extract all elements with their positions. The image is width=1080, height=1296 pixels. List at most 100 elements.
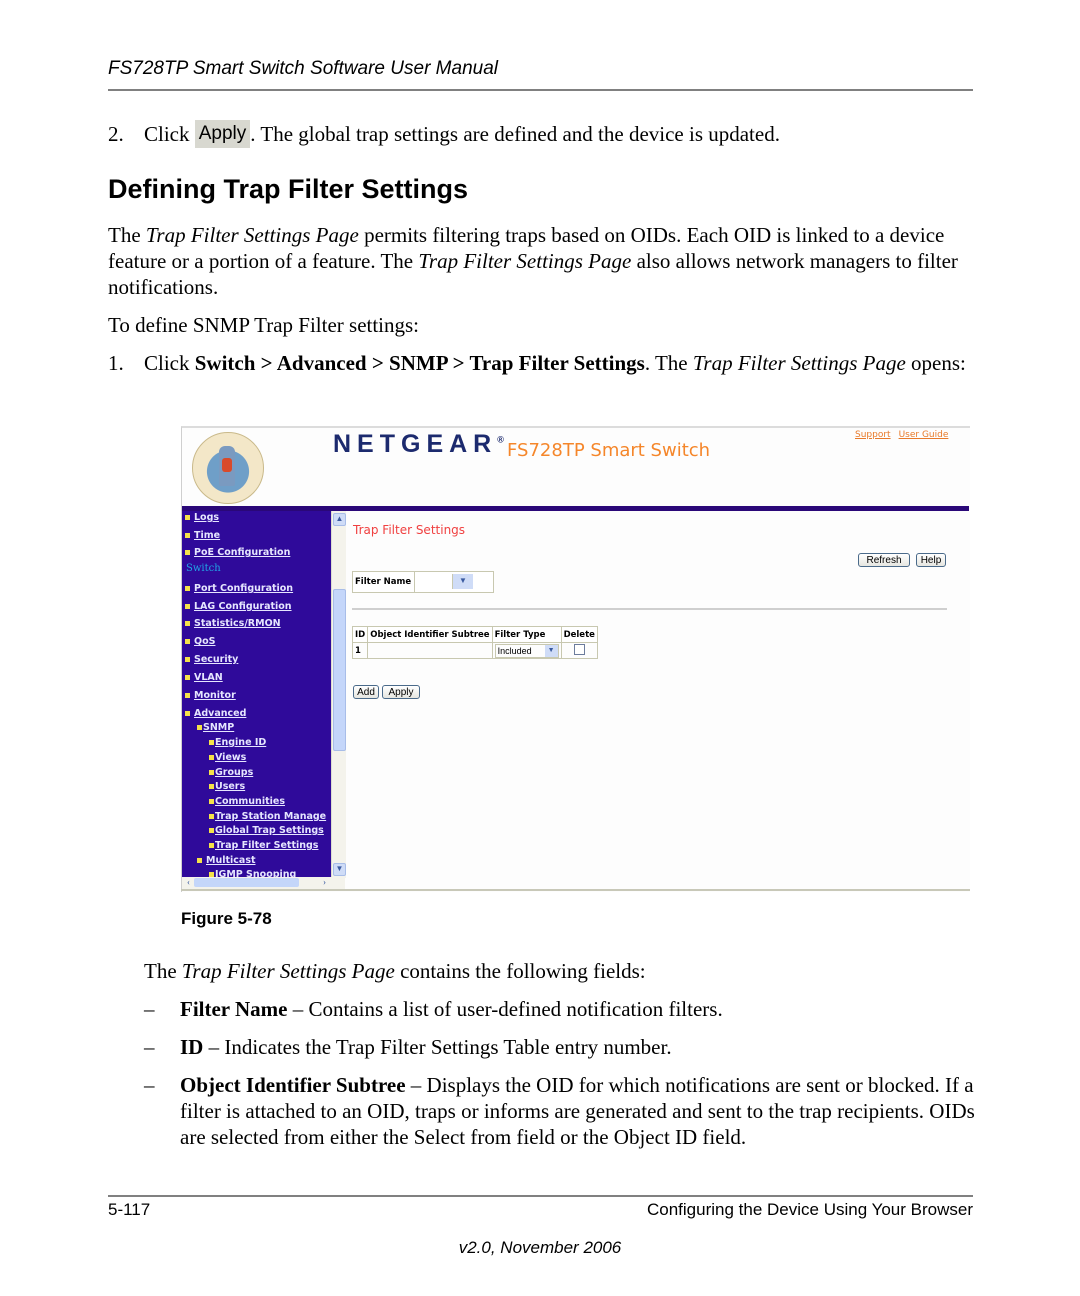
fields-intro: The Trap Filter Settings Page contains t… (144, 958, 646, 984)
delete-checkbox[interactable] (573, 643, 585, 655)
folder-icon (209, 814, 214, 819)
column-header-id: ID (351, 626, 369, 643)
nav-item-multicast[interactable]: Multicast (197, 855, 256, 866)
folder-icon (209, 740, 214, 745)
nav-label: LAG Configuration (194, 601, 292, 612)
nav-item-trap-filter-settings[interactable]: Trap Filter Settings (209, 840, 318, 851)
nav-label: Monitor (194, 690, 236, 701)
scroll-thumb[interactable] (333, 589, 346, 751)
chapter-title: Configuring the Device Using Your Browse… (646, 1200, 973, 1219)
nav-item-poe-configuration[interactable]: PoE Configuration (185, 547, 290, 558)
folder-icon (185, 515, 190, 520)
scroll-left-icon[interactable]: ‹ (183, 877, 194, 887)
folder-icon (185, 550, 190, 555)
nav-item-time[interactable]: Time (185, 530, 220, 541)
nav-label: Communities (215, 796, 285, 807)
field-description: – ID – Indicates the Trap Filter Setting… (144, 1034, 980, 1060)
nav-label: SNMP (203, 722, 235, 733)
nav-item-port-configuration[interactable]: Port Configuration (185, 583, 293, 594)
text: opens: (905, 351, 966, 375)
dash: – (144, 1035, 155, 1059)
user-guide-link[interactable]: User Guide (899, 430, 949, 440)
nav-label: Trap Station Manage (215, 811, 327, 822)
field-description: – Object Identifier Subtree – Displays t… (144, 1072, 980, 1150)
field-term: ID (180, 1035, 204, 1059)
apply-button-image: Apply (194, 120, 251, 149)
version-line: v2.0, November 2006 (458, 1238, 622, 1257)
text: Click (144, 351, 195, 375)
nav-item-groups[interactable]: Groups (209, 767, 253, 778)
sidebar-horizontal-scrollbar[interactable]: ‹ › (182, 877, 331, 889)
folder-icon (209, 843, 214, 848)
nav-section-switch: Switch (186, 563, 221, 574)
cell-filter-type: Included ▼ (491, 642, 562, 659)
nav-item-lag-configuration[interactable]: LAG Configuration (185, 601, 292, 612)
scroll-thumb[interactable] (194, 878, 299, 887)
filter-type-select[interactable]: Included ▼ (494, 643, 559, 658)
field-description: – Filter Name – Contains a list of user-… (144, 996, 980, 1022)
nav-label: Statistics/RMON (194, 618, 281, 629)
page-name: Trap Filter Settings Page (145, 223, 359, 247)
nav-label: VLAN (194, 672, 223, 683)
nav-item-security[interactable]: Security (185, 654, 238, 665)
menu-path: Switch > Advanced > SNMP > Trap Filter S… (194, 351, 645, 375)
nav-item-qos[interactable]: QoS (185, 636, 215, 647)
nav-item-global-trap-settings[interactable]: Global Trap Settings (209, 825, 324, 836)
nav-label: Advanced (194, 708, 247, 719)
dash: – (144, 997, 155, 1021)
sidebar-nav: Logs Time PoE Configuration Switch Port … (182, 511, 331, 878)
nav-item-trap-station-management[interactable]: Trap Station Manage (209, 811, 326, 822)
nav-item-snmp[interactable]: SNMP (197, 722, 234, 733)
text: The (144, 959, 182, 983)
nav-label: Groups (215, 767, 254, 778)
top-links: Support User Guide (855, 430, 956, 440)
filter-name-dropdown[interactable]: ▼ (452, 574, 473, 589)
nav-item-advanced[interactable]: Advanced (185, 708, 246, 719)
scroll-right-icon[interactable]: › (319, 877, 330, 887)
support-link[interactable]: Support (855, 430, 891, 440)
nav-item-vlan[interactable]: VLAN (185, 672, 223, 683)
folder-icon (209, 799, 214, 804)
page-name: Trap Filter Settings Page (418, 249, 632, 273)
add-button[interactable]: Add (353, 685, 379, 699)
nav-item-engine-id[interactable]: Engine ID (209, 737, 266, 748)
folder-icon (185, 693, 190, 698)
nav-item-logs[interactable]: Logs (185, 512, 219, 523)
nav-label: QoS (194, 636, 216, 647)
folder-icon (209, 755, 214, 760)
apply-button[interactable]: Apply (382, 685, 420, 699)
nav-item-communities[interactable]: Communities (209, 796, 285, 807)
nav-label: Trap Filter Settings (215, 840, 319, 851)
chevron-down-icon: ▼ (544, 644, 558, 657)
page-title: Trap Filter Settings (353, 523, 466, 537)
footer-rule (108, 1195, 973, 1197)
nav-item-monitor[interactable]: Monitor (185, 690, 236, 701)
folder-icon (185, 711, 190, 716)
page-number: 5-117 (108, 1200, 151, 1219)
folder-icon (197, 725, 202, 730)
refresh-button[interactable]: Refresh (858, 553, 910, 567)
brand-name: NETGEAR (333, 430, 498, 458)
section-title: Defining Trap Filter Settings (108, 174, 469, 204)
help-button[interactable]: Help (916, 553, 946, 567)
trap-filter-table: ID Object Identifier Subtree Filter Type… (351, 626, 598, 659)
sidebar-vertical-scrollbar[interactable]: ▲ ▼ (331, 511, 346, 878)
folder-icon (185, 657, 190, 662)
nav-label: Time (194, 530, 221, 541)
nav-label: Logs (194, 512, 220, 523)
nav-item-users[interactable]: Users (209, 781, 245, 792)
nav-label: Users (215, 781, 246, 792)
nav-item-views[interactable]: Views (209, 752, 246, 763)
folder-icon (209, 770, 214, 775)
cell-oid-input[interactable] (367, 642, 493, 659)
nav-item-statistics-rmon[interactable]: Statistics/RMON (185, 618, 281, 629)
cell-id: 1 (351, 642, 369, 659)
figure-caption: Figure 5-78 (181, 909, 272, 928)
folder-icon (185, 604, 190, 609)
procedure-intro: To define SNMP Trap Filter settings: (108, 313, 420, 337)
scroll-up-icon[interactable]: ▲ (333, 513, 346, 526)
field-desc: – Contains a list of user-defined notifi… (287, 997, 723, 1021)
scroll-down-icon[interactable]: ▼ (333, 863, 346, 876)
step-number: 1. (108, 351, 124, 375)
page-name: Trap Filter Settings Page (692, 351, 906, 375)
